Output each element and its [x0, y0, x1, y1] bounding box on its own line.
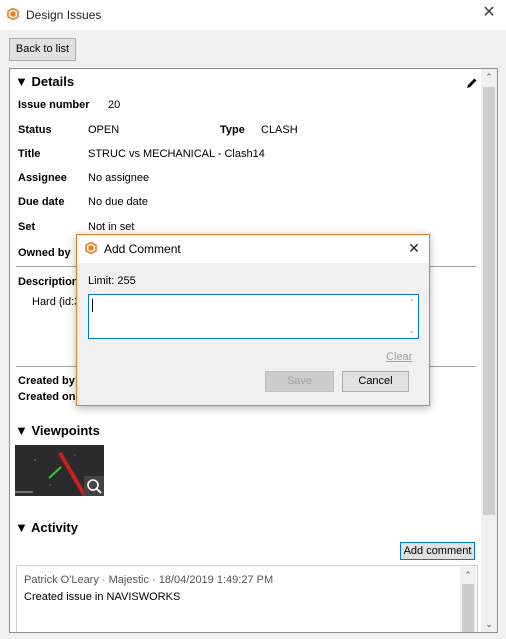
add-comment-dialog: Add Comment ✕ Limit: 255 ⌃ ⌄ Clear Save …: [76, 234, 430, 406]
created-on-label: Created on: [18, 391, 76, 403]
close-icon[interactable]: ✕: [405, 239, 423, 257]
app-logo-icon: [85, 242, 97, 254]
scroll-up-icon[interactable]: ⌃: [481, 69, 497, 85]
title-label: Title: [18, 148, 41, 160]
assignee-label: Assignee: [18, 172, 67, 184]
activity-item-meta: Patrick O'Leary · Majestic · 18/04/2019 …: [24, 574, 274, 586]
scroll-up-icon[interactable]: ⌃: [408, 298, 415, 307]
title-value: STRUC vs MECHANICAL - Clash14: [88, 148, 265, 160]
scrollbar-thumb[interactable]: [483, 87, 495, 515]
cancel-button[interactable]: Cancel: [342, 371, 409, 392]
viewpoint-thumbnail[interactable]: [15, 445, 104, 496]
app-logo-icon: [7, 8, 19, 20]
scroll-down-icon[interactable]: ⌄: [481, 616, 497, 632]
text-caret: [92, 299, 93, 312]
assignee-value: No assignee: [88, 172, 150, 184]
pencil-icon[interactable]: [466, 77, 478, 89]
due-date-label: Due date: [18, 196, 65, 208]
created-by-label: Created by: [18, 375, 75, 387]
status-value: OPEN: [88, 124, 120, 136]
details-section-header[interactable]: ▼ Details: [15, 74, 74, 89]
close-icon[interactable]: ✕: [480, 4, 498, 22]
limit-text: Limit: 255: [88, 275, 136, 287]
status-label: Status: [18, 124, 52, 136]
viewpoints-section-header[interactable]: ▼ Viewpoints: [15, 423, 100, 438]
type-label: Type: [220, 124, 245, 136]
issue-number-label: Issue number: [18, 99, 90, 111]
activity-item-text: Created issue in NAVISWORKS: [24, 591, 181, 603]
dialog-title: Add Comment: [104, 242, 181, 256]
dialog-titlebar: Add Comment ✕: [77, 235, 429, 263]
set-value: Not in set: [88, 221, 135, 233]
description-label: Description: [18, 276, 79, 288]
window-title: Design Issues: [26, 8, 102, 22]
comment-input[interactable]: ⌃ ⌄: [88, 294, 419, 339]
magnifier-icon[interactable]: [84, 476, 104, 496]
scrollbar-thumb[interactable]: [462, 584, 474, 632]
due-date-value: No due date: [88, 196, 148, 208]
activity-section-header[interactable]: ▼ Activity: [15, 520, 78, 535]
clear-link[interactable]: Clear: [386, 351, 412, 363]
set-label: Set: [18, 221, 36, 233]
type-value: CLASH: [261, 124, 298, 136]
issue-number-value: 20: [108, 99, 121, 111]
save-button[interactable]: Save: [265, 371, 334, 392]
activity-scrollbar[interactable]: ⌃: [460, 567, 476, 632]
scroll-up-icon[interactable]: ⌃: [460, 567, 476, 583]
owned-by-label: Owned by: [18, 247, 71, 259]
activity-list[interactable]: Patrick O'Leary · Majestic · 18/04/2019 …: [16, 565, 478, 632]
back-to-list-button[interactable]: Back to list: [9, 38, 76, 61]
panel-scrollbar[interactable]: ⌃ ⌄: [481, 69, 497, 632]
add-comment-button[interactable]: Add comment: [400, 542, 475, 560]
window-titlebar: Design Issues ✕: [0, 0, 506, 30]
scroll-down-icon[interactable]: ⌄: [408, 326, 415, 335]
